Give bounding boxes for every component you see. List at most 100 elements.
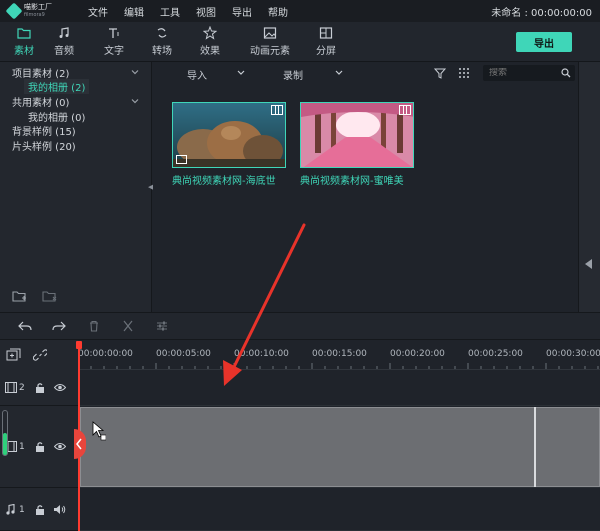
chevron-down-icon[interactable]	[237, 70, 245, 76]
timeline-ruler[interactable]: 00:00:00:00 00:00:05:00 00:00:10:00 00:0…	[78, 340, 600, 370]
menu-edit[interactable]: 编辑	[124, 4, 144, 19]
ruler-time-label: 00:00:20:00	[390, 349, 445, 359]
lock-icon[interactable]	[35, 441, 45, 452]
preview-collapse-panel[interactable]	[578, 62, 600, 312]
search-icon[interactable]	[561, 68, 571, 78]
library-shared-media[interactable]: 共用素材 (0)	[12, 94, 69, 109]
grid-view-icon[interactable]	[458, 67, 470, 79]
eye-icon[interactable]	[54, 442, 66, 451]
music-note-icon	[59, 27, 69, 38]
chevron-down-icon[interactable]	[131, 68, 139, 76]
lock-icon[interactable]	[35, 382, 45, 393]
track-header-video-2: 2	[0, 370, 78, 406]
project-status: 未命名 : 00:00:00:00	[491, 8, 592, 19]
lock-icon[interactable]	[35, 504, 45, 515]
video-track-2[interactable]	[78, 370, 600, 406]
ruler-ticks	[78, 363, 599, 369]
feature-tabs: 素材 音频 文字 转场 效果 动画元素 分屏 导出	[0, 22, 600, 64]
title-bar: 喵影工厂 filmora9 文件 编辑 工具 视图 导出 帮助 未命名 : 00…	[0, 0, 600, 22]
menu-file[interactable]: 文件	[88, 4, 108, 19]
media-thumbnail-cherry-blossom[interactable]	[300, 102, 414, 168]
media-caption: 典尚视频素材网-蜜唯美	[300, 176, 404, 187]
media-thumbnail-underwater[interactable]	[172, 102, 286, 168]
media-toolbar: 导入 录制	[153, 62, 578, 84]
video-track-icon	[5, 382, 17, 393]
transition-icon	[157, 28, 167, 38]
adjust-icon[interactable]	[156, 320, 168, 332]
image-icon	[263, 27, 277, 39]
media-panel: 导入 录制 典尚视	[153, 62, 600, 312]
music-note-icon	[6, 504, 15, 515]
record-button[interactable]: 录制	[283, 67, 303, 82]
menu-tools[interactable]: 工具	[160, 4, 180, 19]
tab-split-screen[interactable]: 分屏	[306, 26, 346, 60]
link-icon[interactable]	[33, 348, 47, 362]
library-background-samples[interactable]: 背景样例 (15)	[12, 123, 76, 138]
chevron-down-icon[interactable]	[335, 70, 343, 76]
export-button[interactable]: 导出	[516, 32, 572, 52]
delete-folder-icon[interactable]	[42, 290, 58, 302]
cherry-blossom-preview-image	[301, 103, 413, 167]
volume-meter	[2, 410, 8, 456]
tab-effects[interactable]: 效果	[190, 26, 230, 60]
tab-transition[interactable]: 转场	[142, 26, 182, 60]
ruler-time-label: 00:00:15:00	[312, 349, 367, 359]
playhead-top-marker[interactable]	[76, 341, 82, 349]
folder-icon	[17, 28, 31, 39]
menu-export[interactable]: 导出	[232, 4, 252, 19]
menu-help[interactable]: 帮助	[268, 4, 288, 19]
search-box	[483, 65, 575, 81]
delete-icon[interactable]	[88, 320, 100, 332]
library-my-album-selected[interactable]: 我的相册 (2)	[24, 79, 90, 94]
ruler-time-label: 00:00:10:00	[234, 349, 289, 359]
collapse-right-arrow-icon[interactable]	[585, 259, 592, 269]
timeline-toolbar	[0, 312, 600, 340]
library-shared-album[interactable]: 我的相册 (0)	[28, 109, 85, 124]
menu-bar: 文件 编辑 工具 视图 导出 帮助	[88, 4, 288, 19]
search-input[interactable]	[483, 68, 553, 78]
chevron-down-icon[interactable]	[131, 97, 139, 105]
tab-media[interactable]: 素材	[4, 26, 44, 64]
track-header-audio-1: 1	[0, 488, 78, 531]
tab-elements[interactable]: 动画元素	[248, 26, 292, 60]
library-panel: 项目素材 (2) 我的相册 (2) 共用素材 (0) 我的相册 (0) 背景样例…	[0, 62, 152, 312]
library-intro-samples[interactable]: 片头样例 (20)	[12, 138, 76, 153]
speaker-icon[interactable]	[53, 504, 66, 515]
film-icon	[271, 105, 283, 115]
cut-icon[interactable]	[122, 320, 134, 332]
track-number: 1	[19, 442, 25, 452]
media-caption: 典尚视频素材网-海底世	[172, 176, 276, 187]
track-number: 1	[19, 505, 25, 515]
tab-text[interactable]: 文字	[94, 26, 134, 60]
effects-icon	[203, 26, 217, 40]
logo-subtext: filmora9	[24, 12, 45, 18]
split-screen-icon	[319, 27, 333, 39]
clip-divider	[534, 407, 536, 487]
filter-icon[interactable]	[434, 67, 446, 79]
add-track-icon[interactable]	[6, 348, 22, 362]
playhead-grip-icon	[76, 438, 82, 450]
video-clip[interactable]	[80, 407, 600, 487]
import-button[interactable]: 导入	[187, 67, 207, 82]
timeline-ruler-controls	[0, 340, 78, 370]
library-project-media[interactable]: 项目素材 (2)	[12, 65, 69, 80]
underwater-preview-image	[173, 103, 285, 167]
ruler-time-label: 00:00:30:00	[546, 349, 600, 359]
track-number: 2	[19, 383, 25, 393]
ruler-time-label: 00:00:00:00	[78, 349, 133, 359]
tab-audio[interactable]: 音频	[44, 26, 84, 60]
menu-view[interactable]: 视图	[196, 4, 216, 19]
mouse-cursor-icon	[92, 421, 106, 441]
play-thumbnail-icon[interactable]	[176, 155, 187, 164]
audio-track-1[interactable]	[78, 488, 600, 531]
app-logo: 喵影工厂 filmora9	[0, 0, 66, 22]
film-icon	[399, 105, 411, 115]
ruler-time-label: 00:00:25:00	[468, 349, 523, 359]
new-folder-icon[interactable]	[12, 290, 28, 302]
eye-icon[interactable]	[54, 383, 66, 392]
playhead-handle[interactable]	[74, 429, 86, 459]
logo-mark	[5, 2, 23, 20]
undo-icon[interactable]	[18, 320, 32, 332]
track-header-video-1: 1	[0, 406, 78, 488]
redo-icon[interactable]	[52, 320, 66, 332]
